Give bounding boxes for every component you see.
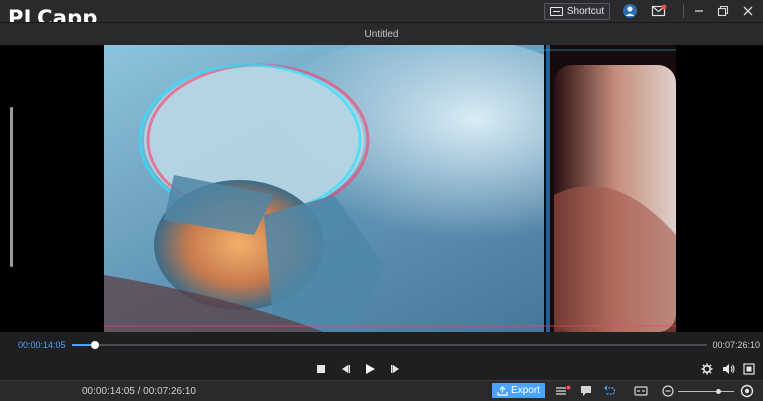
title-bar: PLCapp Shortcut — [0, 0, 763, 30]
timeline-time: 00:00:14:05 / 00:07:26:10 — [82, 386, 196, 397]
seek-bar: 00:00:14:05 00:07:26:10 — [0, 336, 763, 356]
volume-icon[interactable] — [720, 362, 736, 376]
document-title: Untitled — [364, 29, 399, 40]
export-button[interactable]: Export — [492, 383, 545, 398]
video-viewer[interactable] — [0, 45, 763, 332]
minimize-icon[interactable] — [690, 2, 708, 20]
previous-frame-icon[interactable] — [338, 362, 354, 376]
video-frame[interactable] — [104, 45, 676, 332]
document-bar: Untitled — [0, 22, 763, 46]
keyboard-icon — [549, 7, 563, 16]
video-frame-image — [104, 45, 676, 332]
seek-handle[interactable] — [90, 341, 99, 349]
close-icon[interactable] — [739, 2, 757, 20]
subtitle-icon[interactable] — [633, 383, 649, 399]
account-icon[interactable] — [621, 2, 639, 20]
shortcut-button[interactable]: Shortcut — [544, 3, 610, 20]
message-icon[interactable] — [650, 2, 668, 20]
next-frame-icon[interactable] — [387, 362, 403, 376]
zoom-out-icon[interactable] — [660, 383, 676, 399]
seek-track[interactable] — [72, 341, 707, 349]
restore-icon[interactable] — [714, 2, 732, 20]
stop-icon[interactable] — [313, 362, 329, 376]
loop-icon[interactable] — [601, 383, 617, 399]
export-icon — [497, 385, 508, 396]
settings-icon[interactable] — [699, 362, 715, 376]
playback-controls — [0, 358, 763, 380]
zoom-slider[interactable] — [678, 389, 734, 394]
zoom-handle[interactable] — [716, 389, 722, 394]
task-list-icon[interactable] — [555, 383, 571, 399]
shortcut-label: Shortcut — [566, 6, 605, 17]
bottom-bar: 00:00:14:05 / 00:07:26:10 Export — [0, 380, 763, 401]
play-icon[interactable] — [362, 362, 378, 376]
side-scrollbar[interactable] — [10, 107, 13, 267]
current-time: 00:00:14:05 — [18, 340, 66, 350]
export-label: Export — [511, 385, 540, 396]
zoom-in-icon[interactable] — [739, 383, 755, 399]
titlebar-divider — [683, 4, 684, 18]
total-time: 00:07:26:10 — [712, 340, 760, 350]
fullscreen-icon[interactable] — [741, 362, 757, 376]
comment-icon[interactable] — [578, 383, 594, 399]
